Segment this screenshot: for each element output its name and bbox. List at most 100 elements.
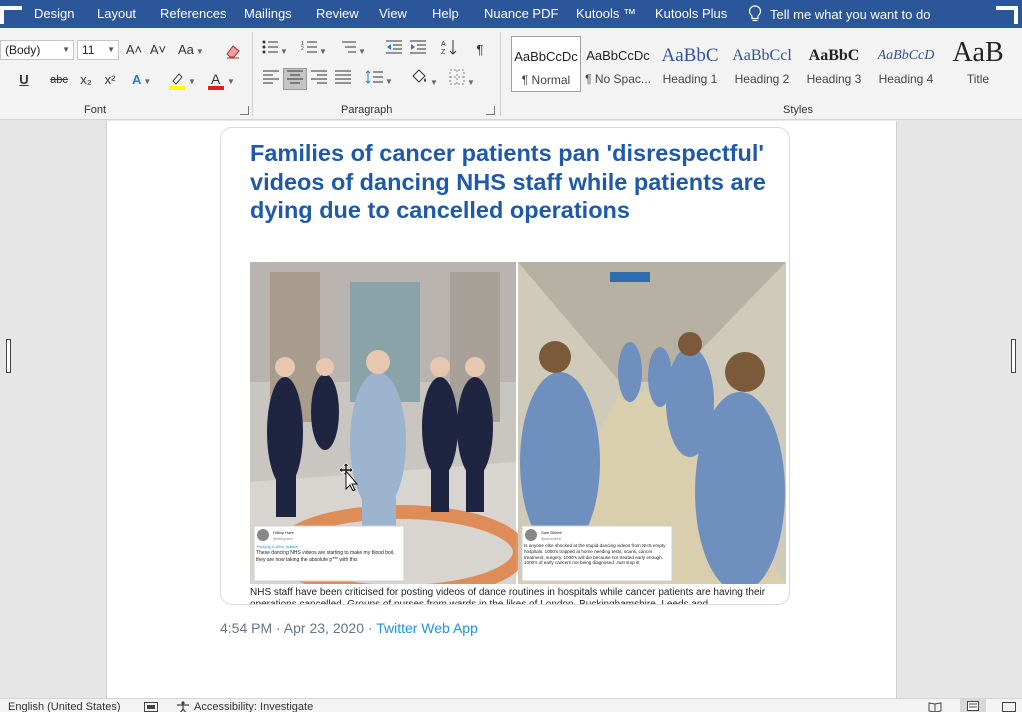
numbering-button[interactable]: 1 2 ▼ bbox=[301, 39, 327, 61]
tab-view[interactable]: View bbox=[379, 0, 407, 28]
lightbulb-icon bbox=[748, 5, 762, 22]
tweet-meta: 4:54 PM · Apr 23, 2020 · Twitter Web App bbox=[220, 620, 478, 636]
tweet-text: Is anyone else shocked at the stupid dan… bbox=[524, 543, 666, 566]
underline-button[interactable]: U bbox=[15, 69, 33, 91]
shading-button[interactable]: ▼ bbox=[410, 69, 438, 91]
font-dialog-launcher[interactable] bbox=[240, 106, 249, 115]
svg-text:Z: Z bbox=[441, 49, 446, 55]
font-color-swatch bbox=[208, 85, 224, 90]
style-heading-3[interactable]: AaBbC Heading 3 bbox=[799, 36, 869, 92]
style-title[interactable]: AaB Title bbox=[943, 36, 1013, 92]
chevron-down-icon: ▼ bbox=[358, 47, 366, 56]
tab-layout[interactable]: Layout bbox=[97, 0, 136, 28]
style-name: Heading 2 bbox=[734, 72, 790, 86]
mouse-cursor-icon bbox=[338, 462, 358, 491]
tweet-source-link[interactable]: Twitter Web App bbox=[376, 620, 478, 636]
align-center-icon bbox=[287, 70, 303, 84]
increase-indent-button[interactable] bbox=[409, 39, 427, 61]
font-size-combo[interactable]: 11 ▼ bbox=[77, 40, 119, 60]
increase-indent-icon bbox=[410, 40, 426, 54]
chevron-down-icon: ▼ bbox=[143, 77, 152, 86]
tab-help[interactable]: Help bbox=[432, 0, 459, 28]
styles-group-label: Styles bbox=[783, 104, 813, 116]
sort-button[interactable]: AZ bbox=[440, 39, 458, 61]
style-sample: AaBbCcD bbox=[877, 48, 935, 63]
align-left-icon bbox=[263, 70, 279, 84]
tweet-author-handle: @hilltophare bbox=[273, 537, 293, 541]
print-layout-button[interactable] bbox=[960, 699, 986, 712]
decrease-indent-button[interactable] bbox=[385, 39, 403, 61]
tell-me-box[interactable]: Tell me what you want to do bbox=[748, 0, 930, 28]
style-heading-1[interactable]: AaBbC Heading 1 bbox=[655, 36, 725, 92]
tab-kutools-plus[interactable]: Kutools Plus bbox=[655, 0, 727, 28]
clear-formatting-button[interactable] bbox=[224, 39, 242, 61]
subscript-button[interactable]: x₂ bbox=[77, 69, 95, 91]
ribbon: (Body) ▼ 11 ▼ A˄ A˅ Aa ▼ U abc x₂ x² A ▼ ▼… bbox=[0, 28, 1022, 120]
bullets-button[interactable]: ▼ bbox=[262, 39, 288, 61]
tweet-text-wrapper: These dancing NHS videos are starting to… bbox=[256, 550, 394, 563]
avatar bbox=[257, 529, 269, 541]
tab-design[interactable]: Design bbox=[34, 0, 74, 28]
align-right-button[interactable] bbox=[310, 69, 328, 91]
font-color-icon: A bbox=[208, 71, 224, 90]
macro-record-icon[interactable] bbox=[144, 702, 158, 712]
style-name: ¶ No Spac... bbox=[585, 72, 651, 86]
paragraph-dialog-launcher[interactable] bbox=[486, 106, 495, 115]
style-normal[interactable]: AaBbCcDc ¶ Normal bbox=[511, 36, 581, 92]
paragraph-group-label: Paragraph bbox=[341, 104, 393, 116]
show-formatting-marks-button[interactable]: ¶ bbox=[471, 39, 489, 61]
article-headline: Families of cancer patients pan 'disresp… bbox=[250, 140, 766, 224]
change-case-button[interactable]: Aa ▼ bbox=[178, 39, 204, 61]
tweet-timestamp[interactable]: 4:54 PM · Apr 23, 2020 bbox=[220, 620, 364, 636]
tab-nuance-pdf[interactable]: Nuance PDF bbox=[484, 0, 558, 28]
numbered-list-icon: 12 bbox=[301, 41, 317, 53]
justify-icon bbox=[335, 70, 351, 84]
tab-mailings[interactable]: Mailings bbox=[244, 0, 292, 28]
line-spacing-button[interactable]: ▼ bbox=[365, 69, 393, 91]
eraser-icon bbox=[226, 44, 240, 59]
style-name: Heading 4 bbox=[878, 72, 934, 86]
chevron-down-icon: ▼ bbox=[319, 47, 327, 56]
strikethrough-button[interactable]: abc bbox=[50, 69, 68, 91]
paint-bucket-icon bbox=[412, 69, 426, 83]
multilevel-list-icon bbox=[342, 41, 356, 53]
borders-button[interactable]: ▼ bbox=[449, 69, 475, 91]
style-name: Title bbox=[966, 72, 990, 86]
multilevel-list-button[interactable]: ▼ bbox=[340, 39, 366, 61]
shrink-font-button[interactable]: A˅ bbox=[149, 39, 167, 61]
styles-gallery: AaBbCcDc ¶ Normal AaBbCcDc ¶ No Spac... … bbox=[509, 36, 1022, 92]
language-status[interactable]: English (United States) bbox=[8, 701, 121, 712]
chevron-down-icon: ▼ bbox=[107, 45, 115, 54]
align-left-button[interactable] bbox=[262, 69, 280, 91]
font-name-combo[interactable]: (Body) ▼ bbox=[0, 40, 74, 60]
tab-review[interactable]: Review bbox=[316, 0, 359, 28]
web-layout-icon[interactable] bbox=[1002, 702, 1016, 712]
justify-button[interactable] bbox=[334, 69, 352, 91]
print-layout-icon bbox=[967, 701, 979, 711]
style-sample: AaBbCcDc bbox=[586, 48, 650, 63]
align-center-button[interactable] bbox=[283, 68, 307, 90]
tweet-embed-card[interactable]: Families of cancer patients pan 'disresp… bbox=[220, 127, 790, 605]
style-heading-4[interactable]: AaBbCcD Heading 4 bbox=[871, 36, 941, 92]
font-group-label: Font bbox=[84, 104, 107, 116]
accessibility-status[interactable]: Accessibility: Investigate bbox=[194, 701, 313, 712]
font-size-value: 11 bbox=[82, 43, 95, 57]
highlight-button[interactable]: ▼ bbox=[168, 69, 196, 91]
style-sample: AaB bbox=[952, 37, 1004, 68]
style-no-spacing[interactable]: AaBbCcDc ¶ No Spac... bbox=[583, 36, 653, 92]
tab-references[interactable]: References bbox=[160, 0, 226, 28]
font-color-button[interactable]: A ▼ bbox=[207, 69, 235, 91]
read-mode-icon[interactable] bbox=[928, 702, 942, 712]
tweet-text-wrapper: Is anyone else shocked at the stupid dan… bbox=[524, 543, 666, 566]
chevron-down-icon: ▼ bbox=[62, 45, 70, 54]
highlight-color-swatch bbox=[169, 85, 185, 90]
svg-text:A: A bbox=[441, 41, 446, 48]
style-heading-2[interactable]: AaBbCcl Heading 2 bbox=[727, 36, 797, 92]
tab-kutools[interactable]: Kutools ™ bbox=[576, 0, 636, 28]
grow-font-button[interactable]: A˄ bbox=[125, 39, 143, 61]
chevron-down-icon: ▼ bbox=[227, 77, 235, 86]
chevron-down-icon: ▼ bbox=[467, 78, 475, 87]
meta-separator: · bbox=[363, 620, 377, 636]
superscript-button[interactable]: x² bbox=[101, 69, 119, 91]
text-effects-button[interactable]: A ▼ bbox=[132, 69, 151, 91]
